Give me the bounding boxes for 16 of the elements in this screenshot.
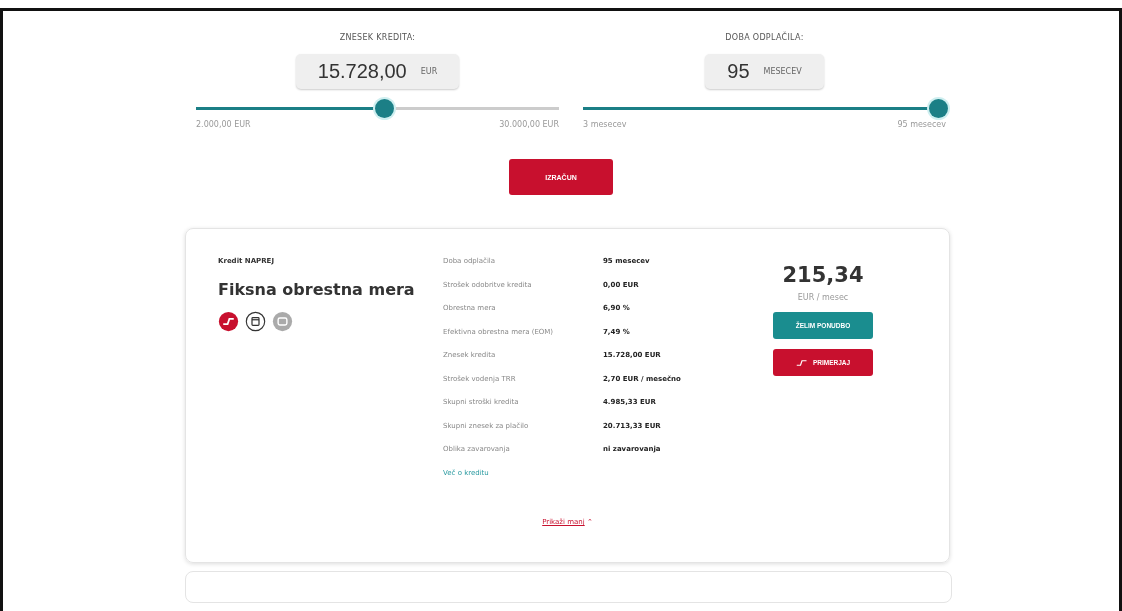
amount-unit: EUR / mesec xyxy=(797,293,849,302)
calendar-icon[interactable] xyxy=(245,311,266,332)
value-field[interactable]: 15.728,00 EUR xyxy=(295,54,460,89)
slider-thumb[interactable] xyxy=(928,99,948,118)
compare-icon[interactable] xyxy=(218,311,239,332)
min-label: 2.000,00 EUR xyxy=(196,120,251,129)
min-label: 3 mesecev xyxy=(583,120,627,129)
value-field[interactable]: 95 MESECEV xyxy=(705,54,824,89)
offer-title: Fiksna obrestna mera xyxy=(218,280,416,299)
slider-label: DOBA ODPLAČILA: xyxy=(725,33,804,42)
slider-thumb[interactable] xyxy=(374,99,394,118)
monthly-amount: 215,34 xyxy=(782,263,864,287)
slider-label: ZNESEK KREDITA: xyxy=(339,33,416,42)
max-label: 30.000,00 EUR xyxy=(499,120,559,129)
max-label: 95 mesecev xyxy=(897,120,946,129)
compare-icon xyxy=(795,358,808,367)
